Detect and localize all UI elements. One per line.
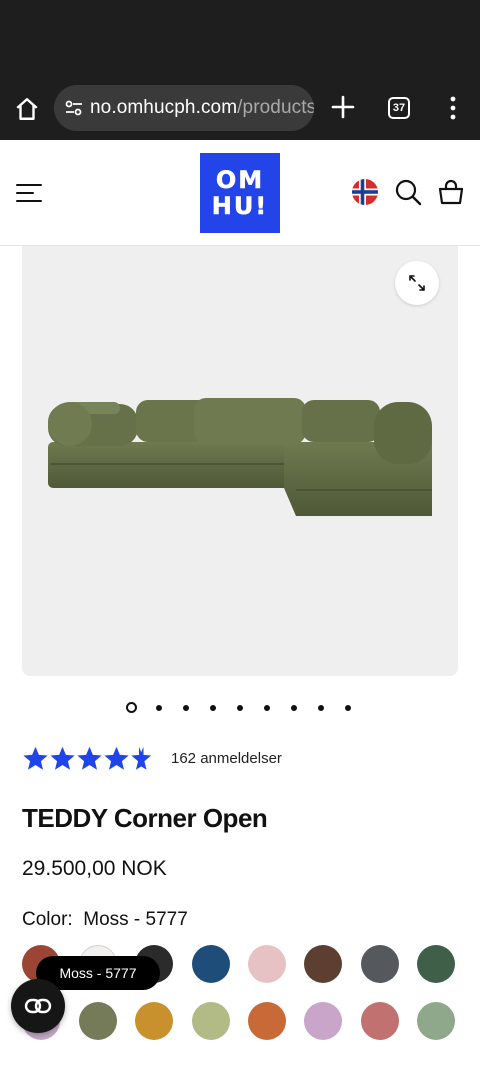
cart-icon[interactable] [436,177,466,207]
site-header: OM HU! [0,140,480,246]
browser-toolbar: no.omhucph.com/products 37 [0,76,480,140]
pagination-dot[interactable] [318,705,324,711]
product-rating[interactable]: 162 anmeldelser [22,744,282,772]
pagination-dot[interactable] [237,705,243,711]
menu-icon[interactable] [16,182,42,204]
product-image-gallery[interactable] [22,246,458,676]
color-swatch[interactable] [79,1002,117,1040]
site-settings-icon[interactable] [64,98,84,118]
expand-icon [409,275,425,291]
half-star-icon [131,746,156,770]
color-swatch[interactable] [135,1002,173,1040]
color-swatch[interactable] [248,1002,286,1040]
color-swatch[interactable] [304,1002,342,1040]
rating-stars [22,745,157,772]
product-title: TEDDY Corner Open [22,803,268,833]
pagination-dot[interactable] [156,705,162,711]
url-path: /products [237,97,314,118]
home-icon[interactable] [12,94,42,124]
status-bar [0,0,480,76]
gallery-pagination [0,700,480,716]
color-swatch[interactable] [192,945,230,983]
product-price: 29.500,00 NOK [22,857,167,880]
pagination-dot[interactable] [345,705,351,711]
star-icon [23,746,48,770]
pagination-dot[interactable] [126,702,137,713]
url-text: no.omhucph.com/products [90,97,314,119]
color-swatch[interactable] [248,945,286,983]
color-swatch[interactable] [304,945,342,983]
tab-switcher-button[interactable]: 37 [388,97,410,119]
floating-chat-button[interactable] [11,979,65,1033]
star-icon [104,746,129,770]
pagination-dot[interactable] [264,705,270,711]
review-count[interactable]: 162 anmeldelser [171,750,282,767]
pagination-dot[interactable] [183,705,189,711]
color-label: Color: [22,909,73,930]
link-icon [24,998,52,1014]
color-swatch[interactable] [361,1002,399,1040]
address-bar[interactable]: no.omhucph.com/products [54,85,314,131]
new-tab-icon[interactable] [328,92,358,122]
norway-flag-icon[interactable] [352,179,378,205]
expand-image-button[interactable] [395,261,439,305]
color-swatch[interactable] [361,945,399,983]
pagination-dot[interactable] [291,705,297,711]
sofa-product-image [48,398,432,516]
pagination-dot[interactable] [210,705,216,711]
url-domain: no.omhucph.com [90,97,238,118]
color-swatch[interactable] [417,945,455,983]
search-icon[interactable] [394,178,422,206]
logo-line-2: HU! [211,192,269,220]
more-options-icon[interactable] [444,94,462,122]
omhu-logo[interactable]: OM HU! [200,153,280,233]
star-icon [50,746,75,770]
selected-color: Color: Moss - 5777 [22,909,188,931]
star-icon [77,746,102,770]
color-swatch[interactable] [417,1002,455,1040]
logo-line-1: OM [215,166,265,194]
color-swatch[interactable] [192,1002,230,1040]
color-value: Moss - 5777 [83,909,188,930]
